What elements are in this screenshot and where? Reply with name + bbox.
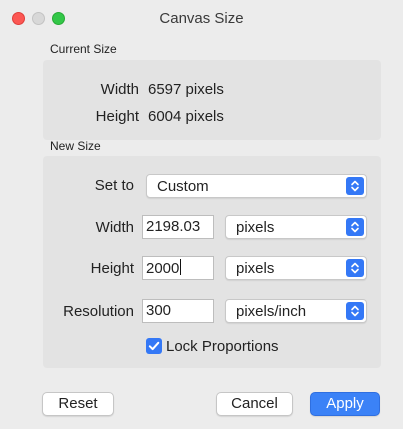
apply-button[interactable]: Apply <box>310 392 380 416</box>
cancel-button[interactable]: Cancel <box>216 392 293 416</box>
window-title: Canvas Size <box>159 10 244 27</box>
set-to-label: Set to <box>94 177 134 194</box>
checkmark-icon <box>148 341 160 351</box>
reset-button[interactable]: Reset <box>42 392 114 416</box>
up-down-chevron-icon <box>346 177 364 195</box>
resolution-input[interactable]: 300 <box>142 299 214 323</box>
title-bar: Canvas Size <box>0 0 403 36</box>
width-unit-select[interactable]: pixels <box>225 215 367 239</box>
height-unit-value: pixels <box>236 260 275 277</box>
resolution-input-value: 300 <box>146 302 172 319</box>
width-input[interactable]: 2198.03 <box>142 215 214 239</box>
up-down-chevron-icon <box>346 218 364 236</box>
set-to-value: Custom <box>157 178 209 195</box>
current-width-label: Width <box>100 81 139 98</box>
current-height-value: 6004 pixels <box>148 108 224 125</box>
up-down-chevron-icon <box>346 259 364 277</box>
current-size-panel: Width 6597 pixels Height 6004 pixels <box>43 60 381 140</box>
resolution-unit-select[interactable]: pixels/inch <box>225 299 367 323</box>
resolution-label: Resolution <box>63 303 134 320</box>
current-width-value: 6597 pixels <box>148 81 224 98</box>
height-input-value: 2000 <box>146 260 180 277</box>
height-input[interactable]: 2000 <box>142 256 214 280</box>
new-size-label: New Size <box>50 139 101 153</box>
current-size-label: Current Size <box>50 42 117 56</box>
canvas-size-dialog: Canvas Size Current Size Width 6597 pixe… <box>0 0 403 429</box>
lock-proportions-checkbox[interactable] <box>146 338 162 354</box>
lock-proportions-label[interactable]: Lock Proportions <box>166 338 279 355</box>
current-height-label: Height <box>95 108 139 125</box>
height-unit-select[interactable]: pixels <box>225 256 367 280</box>
up-down-chevron-icon <box>346 302 364 320</box>
width-input-value: 2198.03 <box>146 218 201 235</box>
text-caret <box>180 259 182 275</box>
new-width-label: Width <box>95 219 134 236</box>
resolution-unit-value: pixels/inch <box>236 303 307 320</box>
new-height-label: Height <box>90 260 134 277</box>
width-unit-value: pixels <box>236 219 275 236</box>
set-to-select[interactable]: Custom <box>146 174 367 198</box>
